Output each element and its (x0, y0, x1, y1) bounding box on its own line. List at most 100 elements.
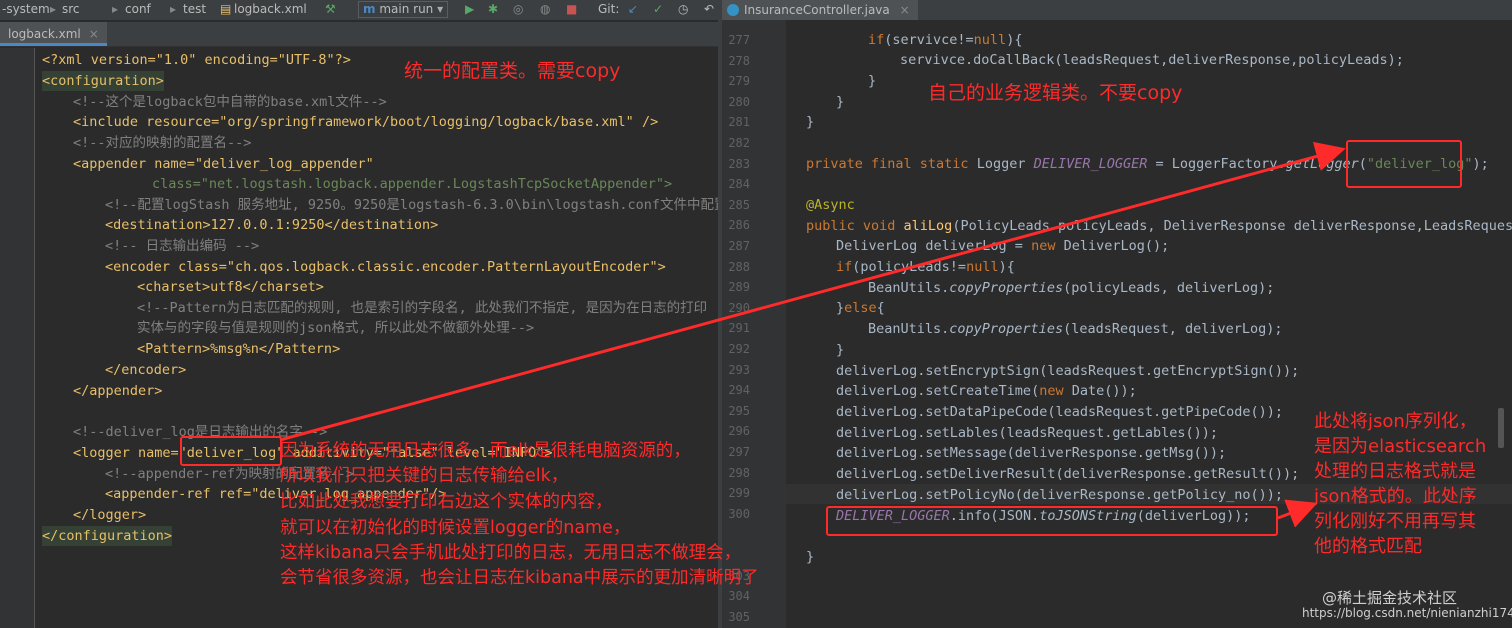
code-line: <!--Pattern为日志匹配的规则, 也是索引的字段名, 此处我们不指定, … (137, 300, 708, 316)
code-line: } (836, 342, 845, 358)
close-icon[interactable]: × (89, 27, 99, 41)
line-number: 279 (728, 74, 750, 89)
code-line: </encoder> (105, 362, 187, 378)
configuration-close: </configuration> (42, 526, 173, 546)
code-line: deliverLog.setLables(leadsRequest.getLab… (836, 425, 1219, 441)
json-line: 列化刚好不用再写其 (1314, 511, 1476, 532)
code-line: servivce.doCallBack(leadsRequest,deliver… (900, 52, 1404, 68)
close-icon[interactable]: × (900, 3, 910, 17)
code-line: deliverLog.setDeliverResult(deliverRespo… (836, 466, 1300, 482)
json-line: 处理的日志格式就是 (1314, 461, 1476, 482)
community-watermark: @稀土掘金技术社区 (1322, 589, 1458, 607)
code-line: </logger> (73, 507, 147, 523)
code-line: <?xml version="1.0" encoding="UTF-8"?> (42, 50, 351, 70)
code-line: if(servivce!=null){ (868, 32, 1023, 48)
java-class-icon (727, 4, 739, 16)
code-line: deliverLog.setMessage(deliverResponse.ge… (836, 445, 1227, 461)
chevron-down-icon: ▾ (437, 2, 444, 16)
line-number: 285 (728, 197, 750, 212)
tab-logback-xml[interactable]: logback.xml × (0, 22, 107, 46)
code-line: <encoder class="ch.qos.logback.classic.e… (105, 259, 666, 275)
line-number: 296 (728, 424, 750, 439)
code-line: <!--对应的映射的配置名--> (73, 135, 252, 151)
debug-icon[interactable]: ✱ (488, 2, 498, 16)
method-signature: public void aliLog(PolicyLeads policyLea… (806, 218, 1512, 234)
line-number: 293 (728, 362, 750, 377)
code-line: class="net.logstash.logback.appender.Log… (152, 176, 673, 192)
line-number: 298 (728, 465, 750, 480)
stop-icon[interactable]: ■ (566, 2, 577, 16)
rollback-icon[interactable]: ↶ (704, 2, 714, 16)
code-line: 实体与的字段与值是规则的json格式, 所以此处不做额外处理--> (137, 320, 535, 336)
code-line: <destination>127.0.0.1:9250</destination… (105, 217, 439, 233)
code-line: } (868, 73, 877, 89)
folder-icon: ▸ (50, 2, 57, 16)
line-number: 281 (728, 115, 750, 130)
code-line: <Pattern>%msg%n</Pattern> (137, 341, 341, 357)
tab-label: logback.xml (8, 27, 81, 41)
explain-line: 所以我们只把关键的日志传输给elk， (280, 466, 569, 486)
explain-line: 会节省很多资源，也会让日志在kibana中展示的更加清晰明了 (280, 568, 759, 588)
line-number: 294 (728, 383, 750, 398)
history-icon[interactable]: ◷ (678, 2, 688, 16)
explain-line: 比如此处我想要打印右边这个实体的内容， (280, 492, 613, 512)
url-watermark: https://blog.csdn.net/nienianzhi1744 (1302, 606, 1512, 620)
explain-line: 因为系统的无用日志很多，而elk是很耗电脑资源的， (280, 441, 691, 461)
breadcrumb-file[interactable]: logback.xml (234, 2, 307, 16)
line-number: 292 (728, 342, 750, 356)
code-line: deliverLog.setPolicyNo(deliverResponse.g… (836, 487, 1284, 503)
tab-label: InsuranceController.java (744, 3, 890, 17)
line-number: 290 (728, 300, 750, 315)
json-line: 此处将json序列化， (1314, 411, 1477, 432)
explain-line: 这样kibana只会手机此处打印的日志，无用日志不做理会， (280, 543, 742, 563)
git-label: Git: (598, 2, 620, 16)
xml-file-icon: ▤ (220, 2, 232, 16)
code-line: if(policyLeads!=null){ (836, 259, 1015, 275)
code-line: DeliverLog deliverLog = new DeliverLog()… (836, 238, 1170, 254)
code-line: BeanUtils.copyProperties(leadsRequest, d… (868, 321, 1283, 337)
json-line: 他的格式匹配 (1314, 536, 1422, 557)
build-hammer-icon[interactable]: ⚒ (325, 2, 336, 16)
right-title-annotation: 自己的业务逻辑类。不要copy (928, 82, 1183, 104)
git-update-icon[interactable]: ↙ (628, 2, 638, 16)
code-line: }else{ (836, 300, 885, 316)
line-number: 299 (728, 486, 750, 501)
run-icon[interactable]: ▶ (465, 2, 474, 16)
code-line: deliverLog.setCreateTime(new Date()); (836, 383, 1137, 399)
folder-icon: ▸ (170, 2, 177, 16)
coverage-icon[interactable]: ◎ (513, 2, 523, 16)
line-number: 278 (728, 53, 750, 68)
tab-insurance-controller[interactable]: InsuranceController.java × (722, 0, 918, 20)
breadcrumb-test[interactable]: test (183, 2, 206, 16)
line-number: 300 (728, 506, 750, 521)
json-line: json格式的。此处序 (1314, 486, 1477, 507)
project-name[interactable]: -system (2, 2, 50, 16)
deliver-log-getlogger-box (1346, 140, 1462, 188)
left-tab-bar: logback.xml × (0, 22, 718, 47)
xml-decl: <?xml version="1.0" encoding="UTF-8"?> (42, 52, 351, 68)
line-number: 283 (728, 156, 750, 171)
left-title-annotation: 统一的配置类。需要copy (404, 60, 621, 82)
logger-info-box (826, 506, 1278, 536)
line-number: 286 (728, 218, 750, 233)
code-line: } (806, 114, 815, 130)
scrollbar-thumb[interactable] (1498, 408, 1504, 448)
line-number: 291 (728, 321, 750, 336)
explain-line: 就可以在初始化的时候设置logger的name， (280, 518, 631, 538)
line-number: 297 (728, 445, 750, 459)
left-gutter (0, 48, 35, 628)
code-line: } (806, 549, 815, 565)
code-line: deliverLog.setEncryptSign(leadsRequest.g… (836, 363, 1300, 379)
line-number: 284 (728, 177, 750, 192)
code-line: <configuration> (42, 71, 164, 91)
code-line: deliverLog.setDataPipeCode(leadsRequest.… (836, 404, 1284, 420)
deliver-log-name-box (180, 436, 282, 466)
code-line: <charset>utf8</charset> (137, 279, 324, 295)
run-config-select[interactable]: m main run ▾ (358, 1, 449, 18)
profile-icon[interactable]: ◍ (540, 2, 550, 16)
code-line: <!--这个是logback包中自带的base.xml文件--> (73, 94, 387, 110)
breadcrumb-src[interactable]: src (62, 2, 80, 16)
git-commit-icon[interactable]: ✓ (653, 2, 663, 16)
breadcrumb-conf[interactable]: conf (125, 2, 151, 16)
line-number: 295 (728, 403, 750, 418)
